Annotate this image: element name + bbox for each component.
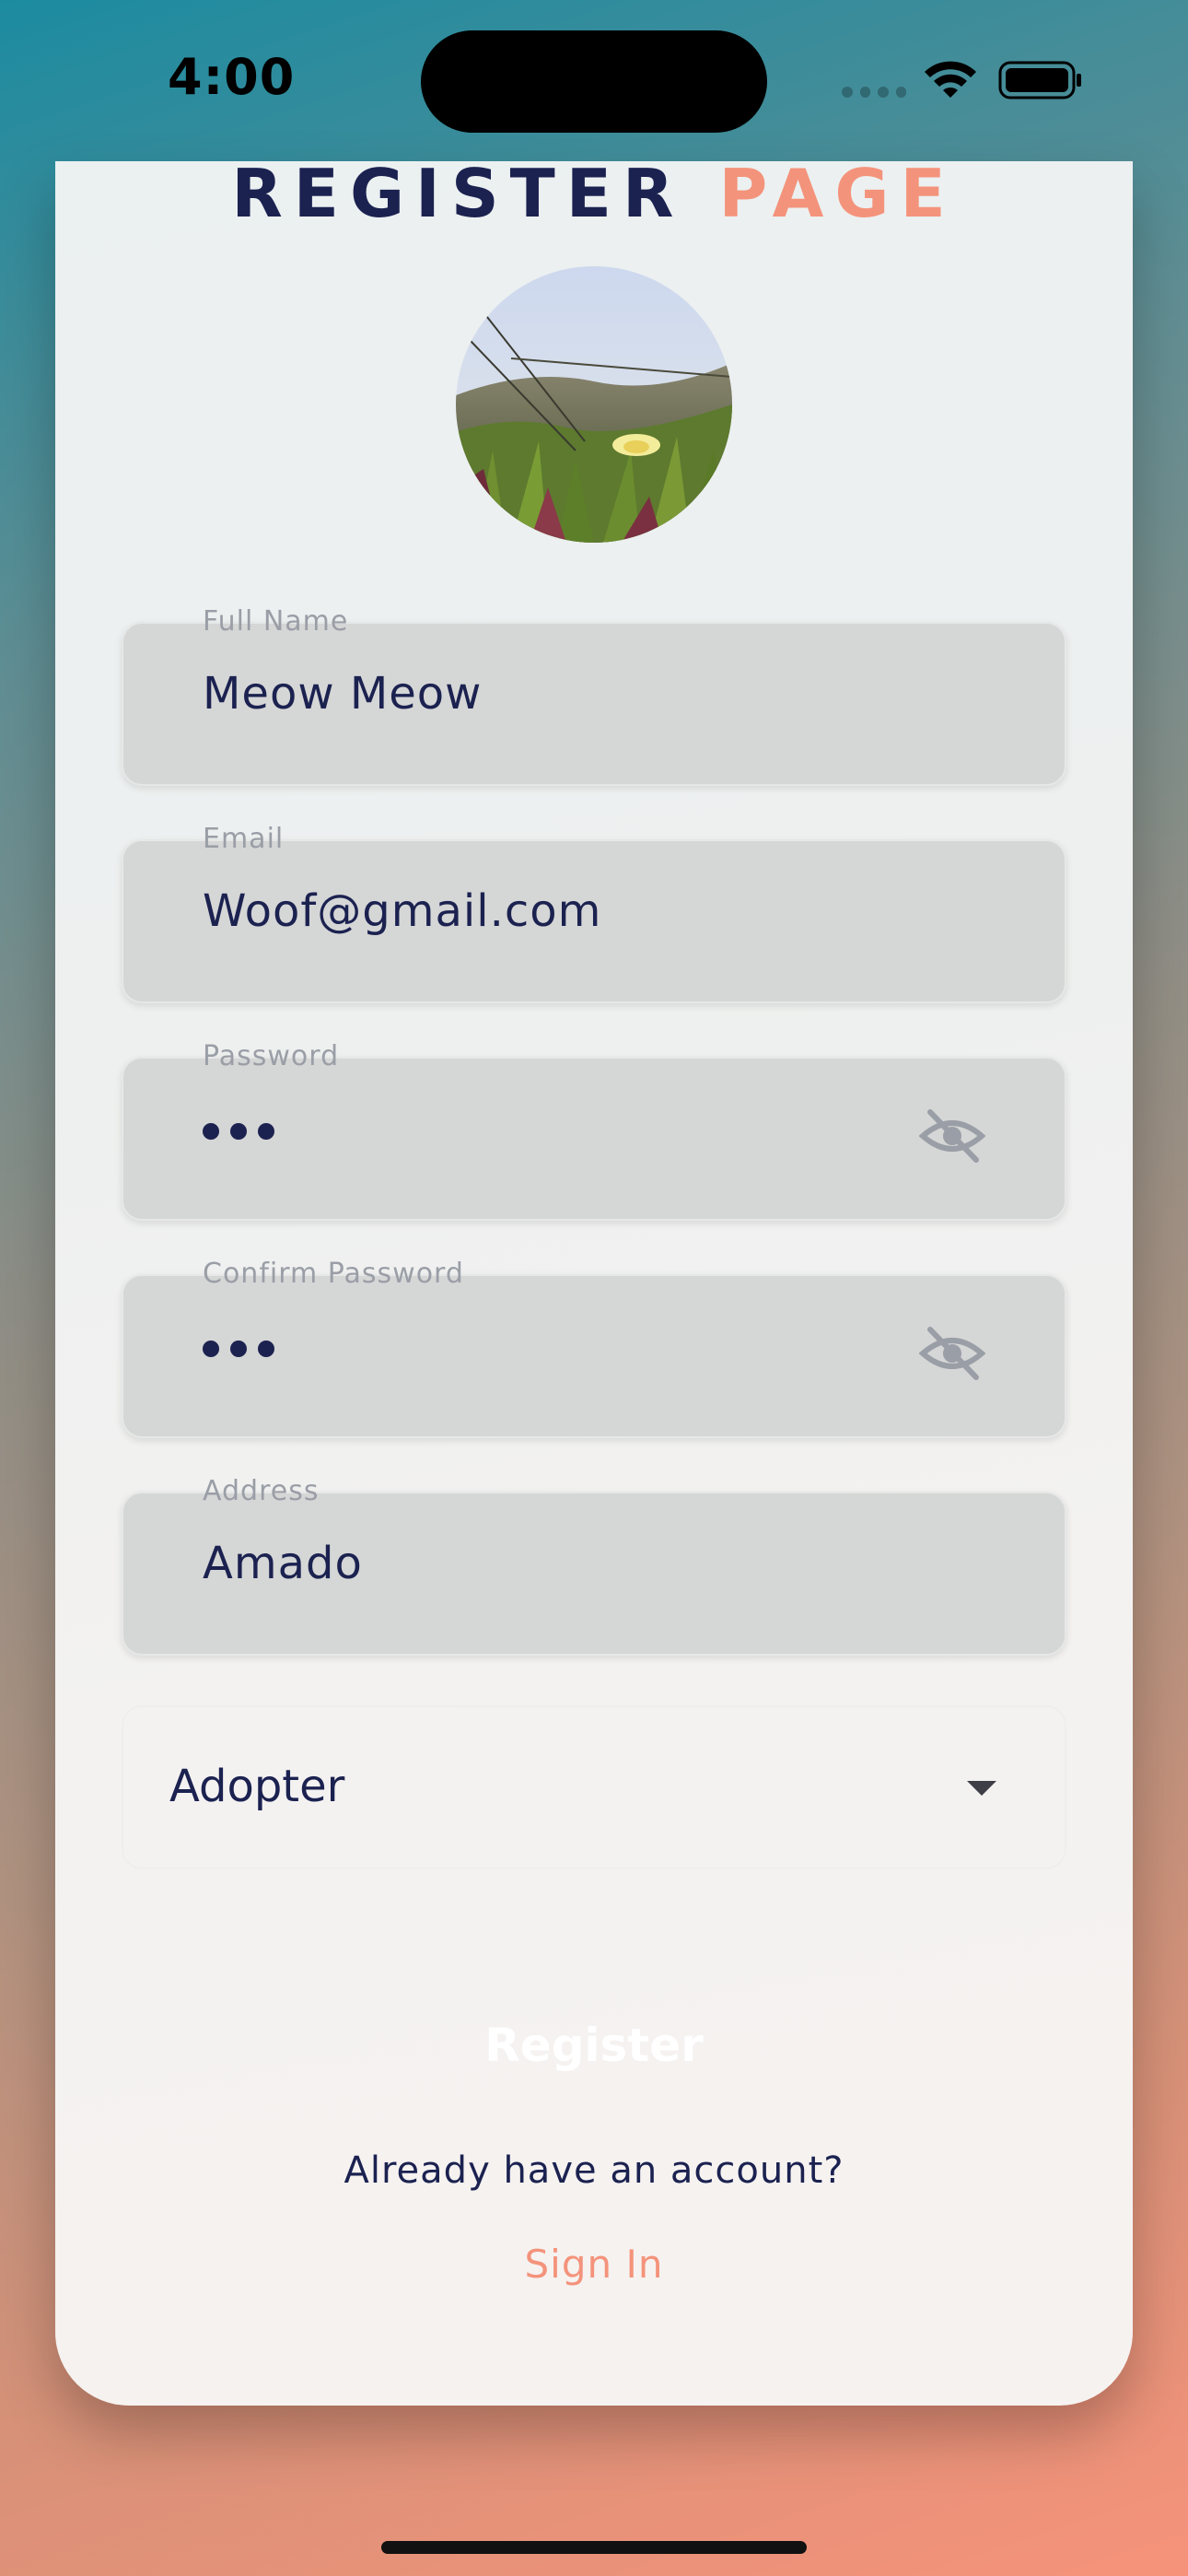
wifi-icon <box>925 61 976 98</box>
full-name-value: Meow Meow <box>203 668 483 720</box>
profile-avatar[interactable] <box>456 266 732 543</box>
cellular-signal-icon <box>842 87 906 100</box>
email-label: Email <box>203 823 285 855</box>
status-time: 4:00 <box>168 48 296 106</box>
eye-off-icon[interactable] <box>919 1324 985 1383</box>
address-field[interactable]: Address Amado <box>122 1475 1066 1656</box>
home-indicator[interactable] <box>381 2541 807 2554</box>
battery-icon <box>998 61 1081 100</box>
register-button[interactable]: Register <box>387 1985 801 2105</box>
address-value: Amado <box>203 1538 363 1589</box>
role-dropdown[interactable]: Adopter <box>122 1705 1066 1869</box>
email-value: Woof@gmail.com <box>203 885 602 937</box>
password-masked-value <box>203 1123 274 1140</box>
email-field[interactable]: Email Woof@gmail.com <box>122 823 1066 1003</box>
chevron-down-icon[interactable] <box>967 1781 996 1796</box>
address-label: Address <box>203 1475 320 1507</box>
page-title: REGISTER PAGE <box>55 161 1133 244</box>
password-field[interactable]: Password <box>122 1040 1066 1221</box>
page-title-page: PAGE <box>718 161 957 232</box>
register-card: REGISTER PAGE Full Name Meow Meow Email … <box>55 161 1133 2406</box>
password-label: Password <box>203 1040 340 1072</box>
confirm-password-field[interactable]: Confirm Password <box>122 1258 1066 1438</box>
role-dropdown-value: Adopter <box>169 1761 345 1812</box>
status-bar: 4:00 <box>0 0 1188 161</box>
sign-in-link[interactable]: Sign In <box>456 2242 732 2287</box>
eye-off-icon[interactable] <box>919 1107 985 1165</box>
full-name-label: Full Name <box>203 605 349 638</box>
page-title-register: REGISTER <box>231 161 685 232</box>
confirm-password-label: Confirm Password <box>203 1258 464 1290</box>
full-name-field[interactable]: Full Name Meow Meow <box>122 605 1066 786</box>
dynamic-island <box>421 30 767 133</box>
profile-photo-flower-icon <box>456 266 732 543</box>
account-prompt: Already have an account? <box>344 2149 844 2192</box>
confirm-password-masked-value <box>203 1341 274 1357</box>
